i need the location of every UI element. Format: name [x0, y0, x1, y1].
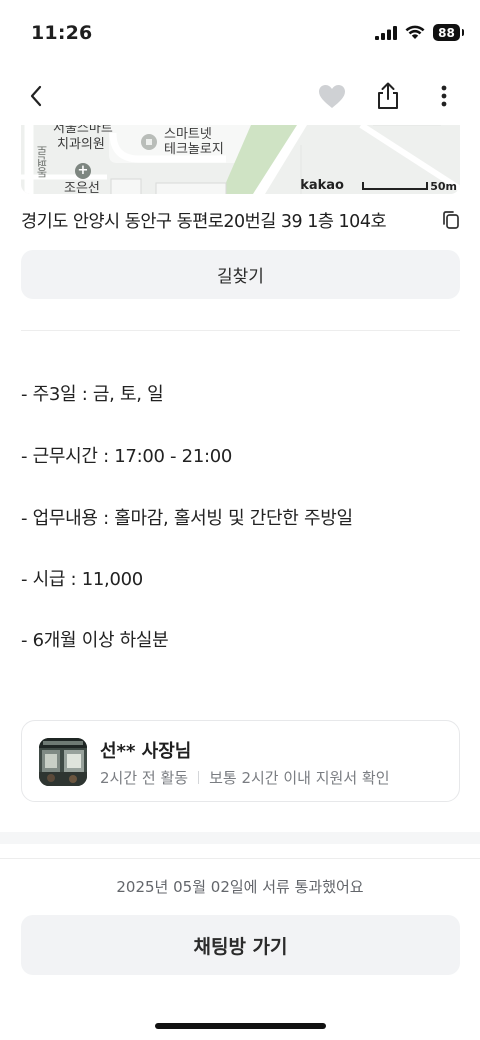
share-button[interactable] — [370, 78, 406, 114]
detail-hours: - 근무시간 : 17:00 - 21:00 — [21, 446, 233, 467]
battery-level: 88 — [438, 25, 455, 40]
status-icons: 88 — [375, 24, 464, 41]
section-divider — [21, 330, 460, 331]
map-label-bottom: 조은선 — [64, 181, 100, 194]
map-label-dental-2: 치과의원 — [57, 137, 105, 152]
owner-meta: 2시간 전 활동 보통 2시간 이내 지원서 확인 — [100, 767, 390, 788]
status-bar: 11:26 88 — [0, 0, 480, 70]
like-button[interactable] — [314, 78, 350, 114]
detail-wage: - 시급 : 11,000 — [21, 569, 143, 590]
owner-card[interactable]: 선** 사장님 2시간 전 활동 보통 2시간 이내 지원서 확인 — [21, 720, 460, 802]
status-time: 11:26 — [31, 22, 93, 44]
top-nav — [0, 70, 480, 120]
map-scale-bar — [362, 182, 428, 190]
location-map[interactable]: 서울스마트 치과의원 + 스마트넷 테크놀로지 동편로 조은선 kakao 50… — [21, 125, 460, 194]
bottom-divider — [0, 858, 480, 859]
directions-button[interactable]: 길찾기 — [21, 250, 460, 299]
section-spacer — [0, 832, 480, 844]
job-detail-screen: 11:26 88 서울스마트 치과의원 + 스마트넷 테크놀로지 동편로 조은선… — [0, 0, 480, 1040]
detail-period: - 6개월 이상 하실분 — [21, 630, 169, 651]
battery-icon: 88 — [433, 24, 464, 41]
more-button[interactable] — [426, 78, 462, 114]
more-vertical-icon — [441, 85, 447, 107]
map-label-road: 동편로 — [36, 145, 49, 178]
map-scale-label: 50m — [430, 180, 457, 193]
chat-room-button[interactable]: 채팅방 가기 — [21, 915, 460, 975]
detail-days: - 주3일 : 금, 토, 일 — [21, 384, 164, 405]
owner-name: 선** 사장님 — [100, 741, 192, 762]
chevron-left-icon — [30, 85, 42, 107]
signal-icon — [375, 25, 397, 40]
share-icon — [378, 82, 398, 109]
owner-response-time: 보통 2시간 이내 지원서 확인 — [209, 769, 390, 787]
wifi-icon — [405, 25, 425, 39]
copy-icon[interactable] — [441, 210, 461, 230]
map-label-smartnet-2: 테크놀로지 — [164, 142, 224, 157]
hospital-icon: + — [75, 163, 91, 179]
map-brand-label: kakao — [300, 178, 344, 193]
owner-avatar — [39, 738, 87, 786]
heart-icon — [319, 84, 345, 108]
building-icon — [141, 134, 157, 150]
owner-activity: 2시간 전 활동 — [100, 769, 189, 787]
detail-duties: - 업무내용 : 홀마감, 홀서빙 및 간단한 주방일 — [21, 508, 353, 529]
pass-notice: 2025년 05월 02일에 서류 통과했어요 — [116, 878, 364, 896]
address-row: 경기도 안양시 동안구 동편로20번길 39 1층 104호 — [21, 205, 461, 235]
address-text: 경기도 안양시 동안구 동편로20번길 39 1층 104호 — [21, 211, 387, 232]
map-label-dental: 서울스마트 — [53, 125, 113, 136]
meta-separator — [198, 771, 200, 784]
back-button[interactable] — [18, 78, 54, 114]
home-indicator — [155, 1023, 326, 1029]
map-label-smartnet: 스마트넷 — [164, 127, 212, 142]
store-photo — [39, 738, 87, 786]
